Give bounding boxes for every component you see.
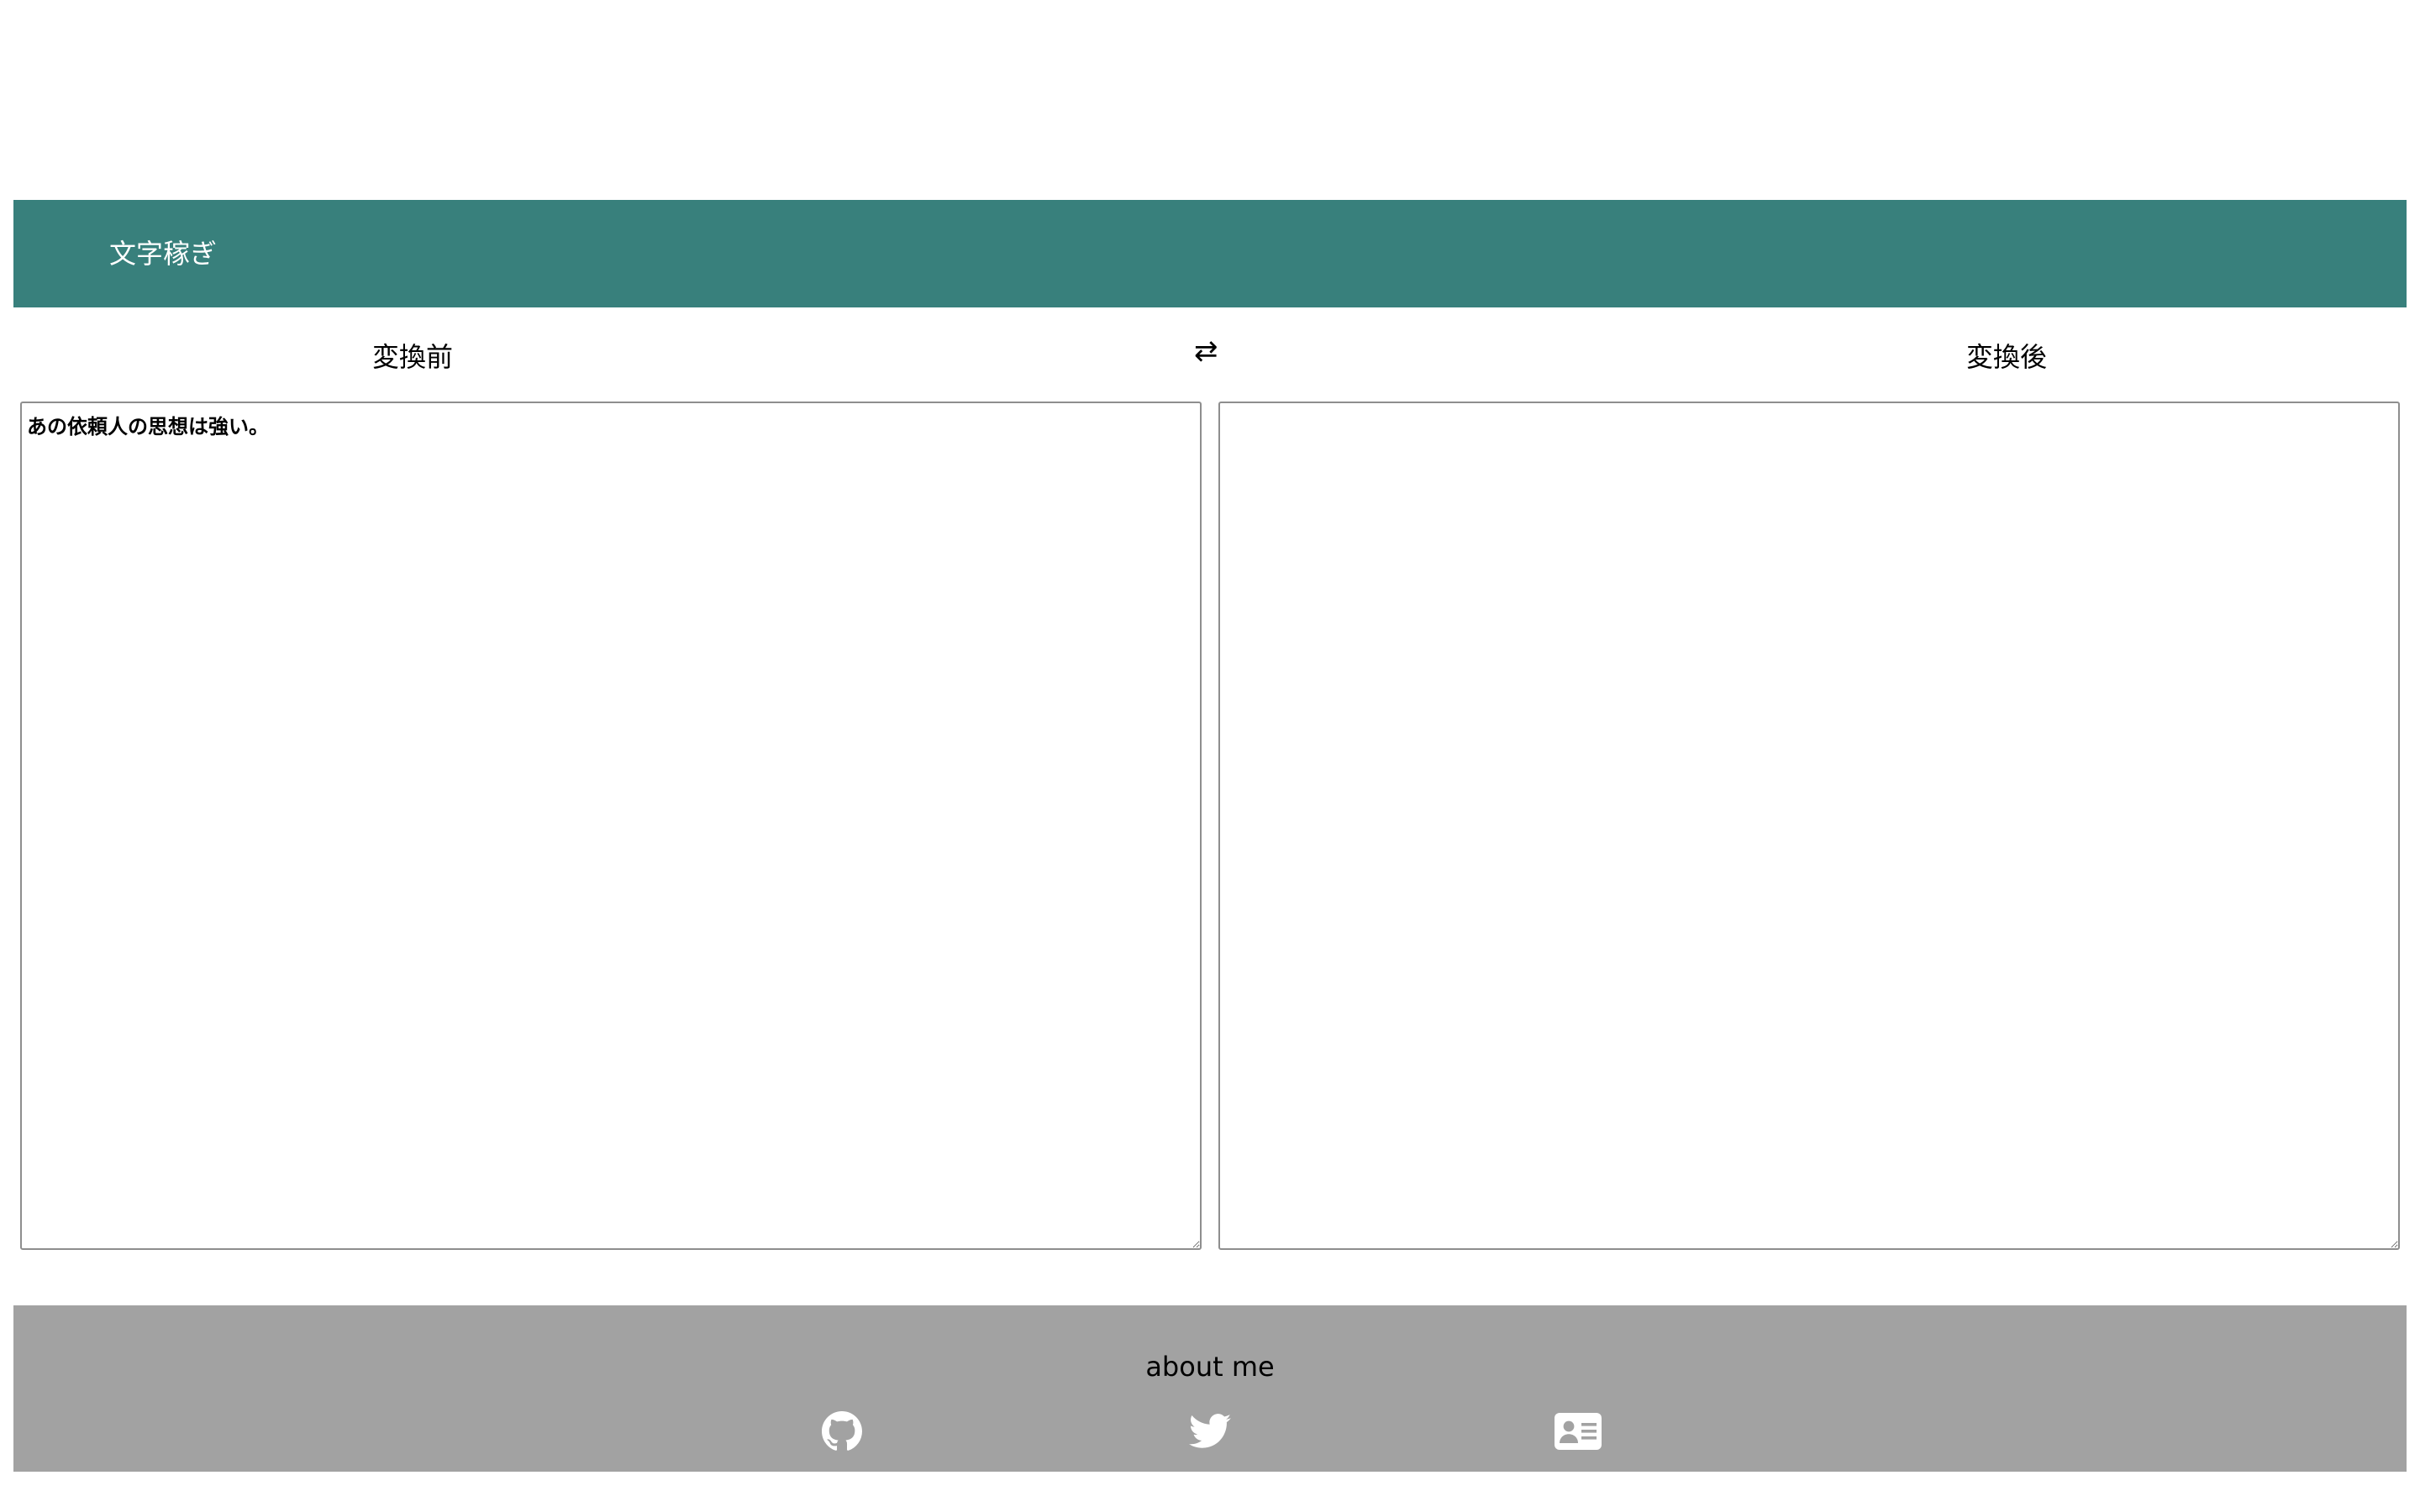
twitter-icon — [1189, 1414, 1231, 1448]
after-label: 変換後 — [1966, 341, 2048, 373]
page: 文字稼ぎ 変換前 ⇄ 変換後 あの依頼人の思想は強い。 about me — [0, 0, 2420, 1512]
before-textarea[interactable]: あの依頼人の思想は強い。 — [20, 402, 1202, 1250]
twitter-link[interactable] — [1186, 1410, 1234, 1453]
before-label: 変換前 — [372, 341, 454, 373]
page-bottom — [0, 1472, 2420, 1512]
app-header: 文字稼ぎ — [13, 200, 2407, 307]
footer-title: about me — [1145, 1351, 1275, 1383]
app-title: 文字稼ぎ — [109, 238, 218, 270]
profile-link[interactable] — [1555, 1410, 1602, 1453]
footer: about me — [13, 1305, 2407, 1472]
pane-labels: 変換前 ⇄ 変換後 — [0, 334, 2420, 373]
after-textarea[interactable] — [1218, 402, 2400, 1250]
swap-button[interactable]: ⇄ — [1194, 334, 1218, 368]
github-link[interactable] — [818, 1410, 865, 1453]
github-icon — [822, 1411, 862, 1451]
profile-card-icon — [1555, 1413, 1602, 1450]
